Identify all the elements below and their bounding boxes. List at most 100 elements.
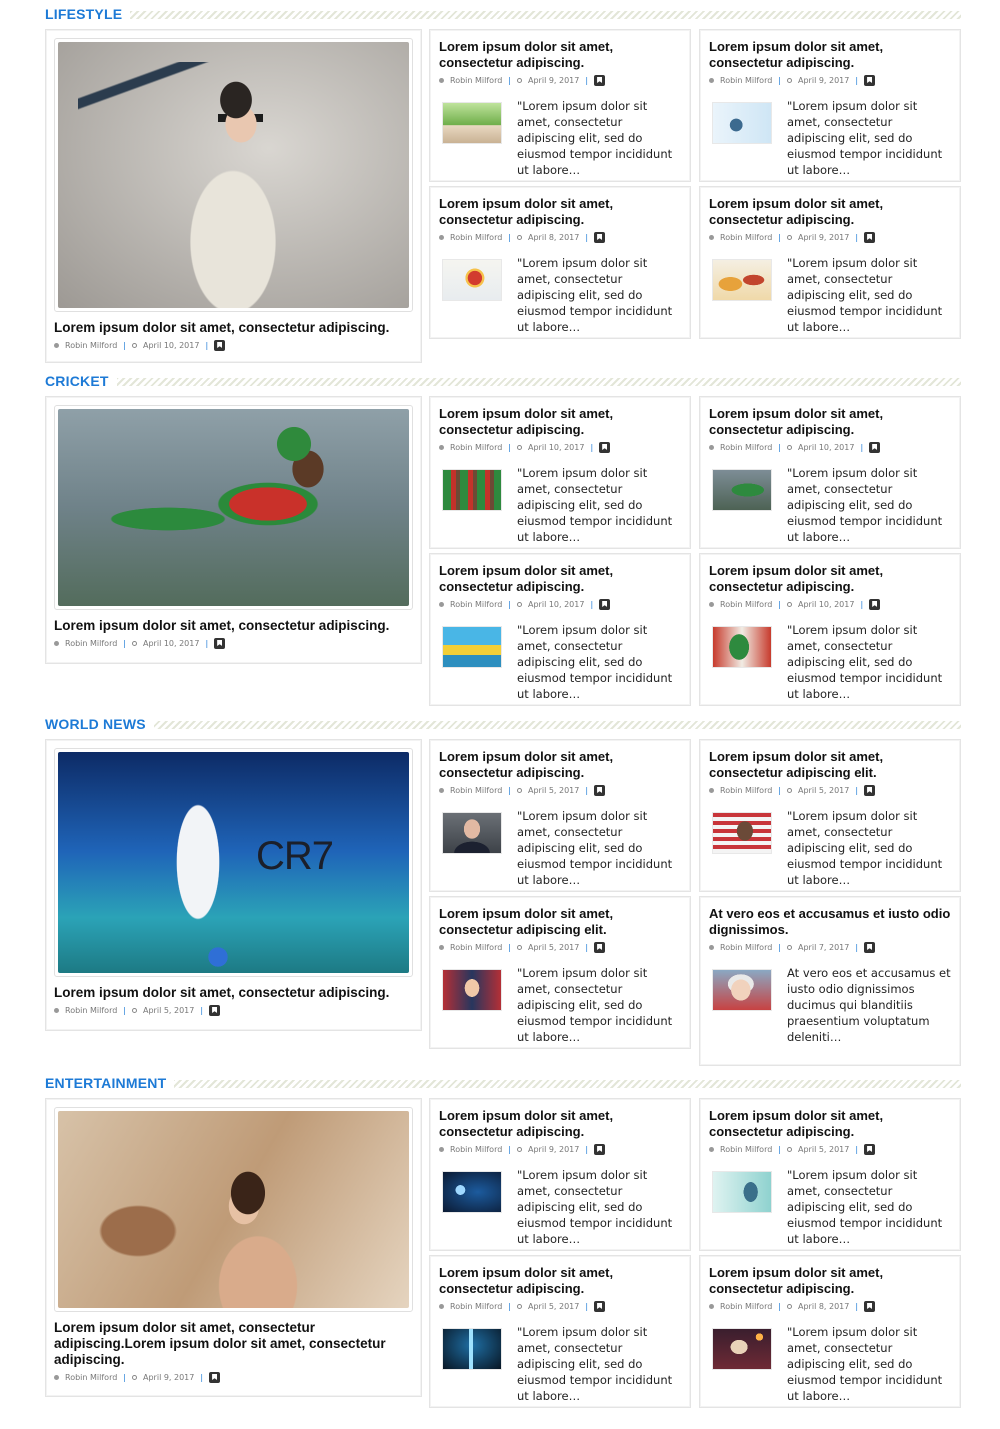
bookmark-icon[interactable]: [864, 942, 876, 953]
post-title[interactable]: Lorem ipsum dolor sit amet, consectetur …: [709, 1265, 951, 1297]
author-link[interactable]: Robin Milford: [450, 233, 502, 242]
bookmark-icon[interactable]: [864, 785, 876, 796]
post-thumbnail[interactable]: [712, 259, 772, 301]
featured-image[interactable]: [58, 42, 409, 308]
post-card[interactable]: At vero eos et accusamus et iusto odio d…: [699, 896, 961, 1066]
bookmark-icon[interactable]: [864, 1144, 876, 1155]
bookmark-icon[interactable]: [594, 75, 606, 86]
post-card[interactable]: Lorem ipsum dolor sit amet, consectetur …: [429, 29, 691, 182]
post-thumbnail[interactable]: [442, 259, 502, 301]
post-thumbnail[interactable]: [712, 969, 772, 1011]
post-thumbnail[interactable]: [442, 812, 502, 854]
post-thumbnail[interactable]: [442, 469, 502, 511]
author-link[interactable]: Robin Milford: [720, 76, 772, 85]
featured-card[interactable]: Lorem ipsum dolor sit amet, consectetur …: [45, 29, 422, 363]
bookmark-icon[interactable]: [594, 942, 606, 953]
author-link[interactable]: Robin Milford: [450, 76, 502, 85]
post-thumbnail[interactable]: [712, 469, 772, 511]
bookmark-icon[interactable]: [864, 1301, 876, 1312]
post-card[interactable]: Lorem ipsum dolor sit amet, consectetur …: [429, 1098, 691, 1251]
featured-title[interactable]: Lorem ipsum dolor sit amet, consectetur …: [54, 618, 413, 634]
author-link[interactable]: Robin Milford: [65, 1373, 117, 1382]
bookmark-icon[interactable]: [214, 340, 226, 351]
post-thumbnail[interactable]: [712, 812, 772, 854]
bookmark-icon[interactable]: [209, 1005, 221, 1016]
post-title[interactable]: Lorem ipsum dolor sit amet, consectetur …: [439, 906, 681, 938]
author-link[interactable]: Robin Milford: [720, 943, 772, 952]
post-card[interactable]: Lorem ipsum dolor sit amet, consectetur …: [429, 1255, 691, 1408]
post-title[interactable]: Lorem ipsum dolor sit amet, consectetur …: [439, 39, 681, 71]
post-thumbnail[interactable]: [712, 102, 772, 144]
featured-title[interactable]: Lorem ipsum dolor sit amet, consectetur …: [54, 320, 413, 336]
featured-image[interactable]: CR7: [58, 752, 409, 973]
author-link[interactable]: Robin Milford: [720, 443, 772, 452]
post-title[interactable]: Lorem ipsum dolor sit amet, consectetur …: [439, 1265, 681, 1297]
post-card[interactable]: Lorem ipsum dolor sit amet, consectetur …: [429, 739, 691, 892]
featured-image[interactable]: [58, 1111, 409, 1308]
post-thumbnail[interactable]: [712, 626, 772, 668]
post-thumbnail[interactable]: [442, 626, 502, 668]
featured-card[interactable]: Lorem ipsum dolor sit amet, consectetur …: [45, 396, 422, 664]
post-title[interactable]: Lorem ipsum dolor sit amet, consectetur …: [439, 749, 681, 781]
bookmark-icon[interactable]: [864, 75, 876, 86]
author-link[interactable]: Robin Milford: [450, 943, 502, 952]
author-link[interactable]: Robin Milford: [65, 639, 117, 648]
bookmark-icon[interactable]: [869, 599, 881, 610]
author-link[interactable]: Robin Milford: [450, 600, 502, 609]
post-title[interactable]: Lorem ipsum dolor sit amet, consectetur …: [709, 406, 951, 438]
post-thumbnail[interactable]: [442, 102, 502, 144]
author-link[interactable]: Robin Milford: [720, 233, 772, 242]
post-card[interactable]: Lorem ipsum dolor sit amet, consectetur …: [429, 396, 691, 549]
post-title[interactable]: Lorem ipsum dolor sit amet, consectetur …: [439, 196, 681, 228]
post-title[interactable]: Lorem ipsum dolor sit amet, consectetur …: [709, 749, 951, 781]
featured-image[interactable]: [58, 409, 409, 606]
post-title[interactable]: Lorem ipsum dolor sit amet, consectetur …: [439, 406, 681, 438]
post-card[interactable]: Lorem ipsum dolor sit amet, consectetur …: [429, 553, 691, 706]
post-thumbnail[interactable]: [442, 1171, 502, 1213]
author-link[interactable]: Robin Milford: [720, 786, 772, 795]
section-title[interactable]: LIFESTYLE: [45, 6, 131, 22]
post-card[interactable]: Lorem ipsum dolor sit amet, consectetur …: [699, 739, 961, 892]
bookmark-icon[interactable]: [594, 1144, 606, 1155]
post-title[interactable]: Lorem ipsum dolor sit amet, consectetur …: [709, 1108, 951, 1140]
bookmark-icon[interactable]: [209, 1372, 221, 1383]
bookmark-icon[interactable]: [599, 442, 611, 453]
bookmark-icon[interactable]: [214, 638, 226, 649]
post-thumbnail[interactable]: [712, 1171, 772, 1213]
author-link[interactable]: Robin Milford: [450, 443, 502, 452]
post-card[interactable]: Lorem ipsum dolor sit amet, consectetur …: [699, 186, 961, 339]
post-card[interactable]: Lorem ipsum dolor sit amet, consectetur …: [699, 396, 961, 549]
author-link[interactable]: Robin Milford: [65, 1006, 117, 1015]
section-title[interactable]: ENTERTAINMENT: [45, 1075, 175, 1091]
post-card[interactable]: Lorem ipsum dolor sit amet, consectetur …: [699, 553, 961, 706]
featured-title[interactable]: Lorem ipsum dolor sit amet, consectetur …: [54, 1320, 413, 1368]
post-card[interactable]: Lorem ipsum dolor sit amet, consectetur …: [429, 186, 691, 339]
bookmark-icon[interactable]: [594, 1301, 606, 1312]
author-link[interactable]: Robin Milford: [450, 1302, 502, 1311]
post-card[interactable]: Lorem ipsum dolor sit amet, consectetur …: [699, 1255, 961, 1408]
featured-title[interactable]: Lorem ipsum dolor sit amet, consectetur …: [54, 985, 413, 1001]
post-card[interactable]: Lorem ipsum dolor sit amet, consectetur …: [699, 1098, 961, 1251]
post-thumbnail[interactable]: [442, 1328, 502, 1370]
author-link[interactable]: Robin Milford: [720, 1145, 772, 1154]
featured-card[interactable]: Lorem ipsum dolor sit amet, consectetur …: [45, 1098, 422, 1397]
author-link[interactable]: Robin Milford: [450, 786, 502, 795]
post-thumbnail[interactable]: [712, 1328, 772, 1370]
author-link[interactable]: Robin Milford: [65, 341, 117, 350]
bookmark-icon[interactable]: [869, 442, 881, 453]
author-link[interactable]: Robin Milford: [720, 1302, 772, 1311]
bookmark-icon[interactable]: [594, 232, 606, 243]
section-title[interactable]: CRICKET: [45, 373, 117, 389]
section-title[interactable]: WORLD NEWS: [45, 716, 154, 732]
author-link[interactable]: Robin Milford: [720, 600, 772, 609]
post-card[interactable]: Lorem ipsum dolor sit amet, consectetur …: [699, 29, 961, 182]
post-title[interactable]: At vero eos et accusamus et iusto odio d…: [709, 906, 951, 938]
post-title[interactable]: Lorem ipsum dolor sit amet, consectetur …: [439, 563, 681, 595]
post-card[interactable]: Lorem ipsum dolor sit amet, consectetur …: [429, 896, 691, 1049]
post-thumbnail[interactable]: [442, 969, 502, 1011]
featured-card[interactable]: CR7 Lorem ipsum dolor sit amet, consecte…: [45, 739, 422, 1031]
bookmark-icon[interactable]: [864, 232, 876, 243]
bookmark-icon[interactable]: [594, 785, 606, 796]
author-link[interactable]: Robin Milford: [450, 1145, 502, 1154]
post-title[interactable]: Lorem ipsum dolor sit amet, consectetur …: [709, 39, 951, 71]
